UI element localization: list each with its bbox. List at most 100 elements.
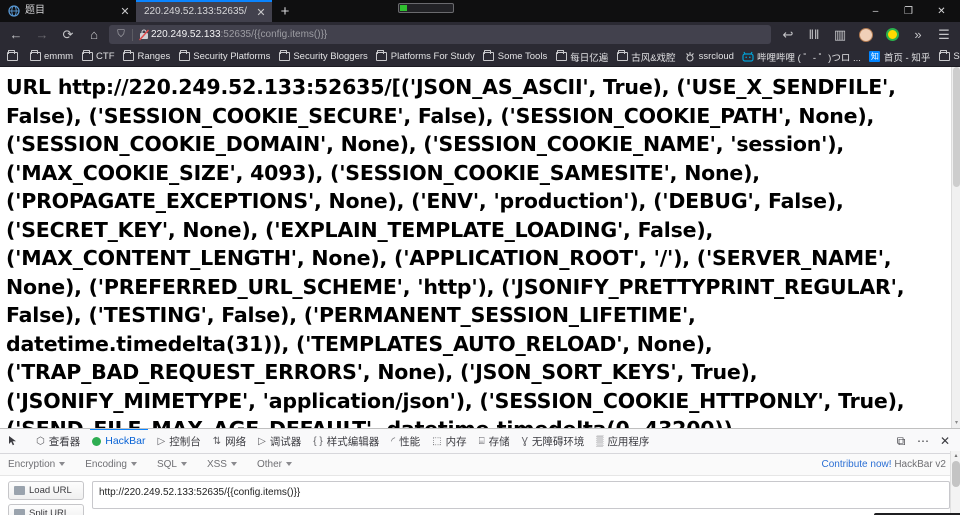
inspector-icon: ⬡: [36, 435, 45, 447]
bookmark-item-0[interactable]: [2, 48, 25, 65]
devtools-tab-7-label: 内存: [445, 435, 467, 448]
split-url-label: Split URL: [29, 508, 70, 515]
account-avatar[interactable]: [853, 24, 879, 46]
devtools-tab-console[interactable]: ▷ 控制台: [152, 429, 207, 453]
flask-config-dump-text: URL http://220.249.52.133:52635/[('JSON_…: [6, 75, 905, 428]
zhihu-icon: 知: [869, 51, 881, 62]
devtools-tab-bar: ⬡ 查看器 HackBar ▷ 控制台 ⇅ 网络 ▷ 调试器{ } 样式编辑器 ◜ 性能 ⬚ 内存 ⌸ 存储 Ɣ…: [0, 429, 960, 454]
devtools-tab-accessibility[interactable]: Ɣ 无障碍环境: [516, 429, 591, 453]
bookmark-item-5[interactable]: Security Bloggers: [274, 48, 371, 65]
hackbar-menu-1-label: Encoding: [85, 459, 127, 470]
bookmark-item-4[interactable]: Security Platforms: [174, 48, 274, 65]
devtools-tab-1-label: HackBar: [105, 435, 146, 447]
folder-icon: [938, 50, 950, 63]
bilibili-icon: [742, 51, 754, 63]
insecure-connection-icon: [137, 28, 151, 41]
back-button[interactable]: ←: [3, 24, 29, 46]
devtools-tab-memory[interactable]: ⬚ 内存: [426, 429, 472, 453]
bookmarks-bar: emmm CTF Ranges Security Platforms Security …: [0, 47, 960, 67]
contribute-link[interactable]: Contribute now!: [821, 459, 891, 470]
back-arrow-icon[interactable]: ↩: [775, 24, 801, 46]
console-icon: ▷: [157, 435, 166, 447]
bookmark-item-3[interactable]: Ranges: [119, 48, 175, 65]
folder-icon: [29, 50, 41, 63]
hackbar-menu-3-label: XSS: [206, 459, 227, 470]
hackbar-scrollbar-thumb[interactable]: [952, 461, 960, 487]
folder-icon: [81, 50, 93, 63]
bookmark-item-6-label: Platforms For Study: [390, 51, 475, 62]
devtools-more-icon[interactable]: ⋯: [912, 430, 934, 452]
page-scrollbar-thumb[interactable]: [953, 67, 960, 187]
folder-icon: [616, 50, 628, 63]
hackbar-scrollbar[interactable]: ▴: [950, 451, 960, 515]
bookmark-item-9[interactable]: 古风&戏腔: [612, 48, 679, 65]
scroll-down-arrow-icon[interactable]: ▾: [952, 419, 960, 428]
hackbar-scroll-up-icon[interactable]: ▴: [951, 451, 960, 461]
restore-button[interactable]: ❐: [892, 0, 925, 22]
bookmark-item-2[interactable]: CTF: [77, 48, 118, 65]
forward-button[interactable]: →: [29, 24, 55, 46]
bookmark-item-6[interactable]: Platforms For Study: [372, 48, 479, 65]
dock-position-icon[interactable]: ⧉: [890, 430, 912, 452]
bookmark-item-13[interactable]: Security Blogs: [934, 48, 960, 65]
hackbar-url-input[interactable]: http://220.249.52.133:52635/{{config.ite…: [92, 481, 950, 509]
devtools-tab-10-label: 应用程序: [607, 435, 650, 448]
bookmark-item-11-label: 哔哩哔哩 ( ゜- ゜)つロ ...: [756, 52, 861, 64]
element-picker-icon[interactable]: [2, 429, 30, 453]
hackbar-menu-0-label: Encryption: [8, 459, 56, 470]
bookmark-item-11[interactable]: 哔哩哔哩 ( ゜- ゜)つロ ...: [738, 48, 865, 65]
app-menu-icon[interactable]: ☰: [931, 24, 957, 46]
bookmark-item-7[interactable]: Some Tools: [479, 48, 551, 65]
hackbar-url-wrap: http://220.249.52.133:52635/{{config.ite…: [92, 481, 950, 515]
browser-tab-0-close-icon[interactable]: ✕: [118, 4, 132, 18]
split-url-button[interactable]: Split URL: [8, 504, 84, 515]
address-bar[interactable]: ⛉ 220.249.52.133:52635/{{config.items()}…: [109, 25, 771, 44]
bookmark-item-1[interactable]: emmm: [25, 48, 77, 65]
devtools-tab-style-editor[interactable]: { } 样式编辑器: [307, 429, 385, 453]
bookmark-item-8-label: 每日亿遍: [570, 52, 609, 64]
extension-icon[interactable]: [879, 24, 905, 46]
devtools-panel: ⬡ 查看器 HackBar ▷ 控制台 ⇅ 网络 ▷ 调试器{ } 样式编辑器 ◜ 性能 ⬚ 内存 ⌸ 存储 Ɣ…: [0, 428, 960, 515]
devtools-tab-debugger[interactable]: ▷ 调试器: [252, 429, 307, 453]
shield-icon[interactable]: ⛉: [114, 29, 128, 40]
folder-icon: [123, 50, 135, 63]
devtools-close-icon[interactable]: ✕: [934, 430, 956, 452]
hackbar-menu-encoding[interactable]: Encoding: [85, 459, 148, 470]
browser-tab-0[interactable]: 题目 ✕: [0, 0, 136, 22]
reload-button[interactable]: ⟳: [55, 24, 81, 46]
devtools-tab-storage[interactable]: ⌸ 存储: [473, 429, 516, 453]
devtools-tab-inspector[interactable]: ⬡ 查看器: [30, 429, 86, 453]
devtools-tab-hackbar[interactable]: HackBar: [86, 429, 151, 453]
globe-icon: [8, 5, 20, 17]
bookmark-item-12[interactable]: 知首页 - 知乎: [865, 48, 934, 65]
home-button[interactable]: ⌂: [81, 24, 107, 46]
devtools-tab-network[interactable]: ⇅ 网络: [207, 429, 252, 453]
sidebar-icon[interactable]: ▥: [827, 24, 853, 46]
devtools-tab-9-label: 无障碍环境: [531, 435, 585, 448]
new-tab-button[interactable]: +: [272, 0, 298, 22]
split-url-icon: [14, 509, 25, 515]
close-button[interactable]: ✕: [925, 0, 958, 22]
browser-tab-1-close-icon[interactable]: ✕: [254, 5, 268, 19]
toolbar-overflow-icon[interactable]: »: [905, 24, 931, 46]
storage-icon: ⌸: [478, 435, 485, 447]
minimize-button[interactable]: –: [859, 0, 892, 22]
library-icon[interactable]: ‖‖: [801, 24, 827, 46]
devtools-tab-performance[interactable]: ◜ 性能: [385, 429, 426, 453]
hackbar-menu-other[interactable]: Other: [257, 459, 303, 470]
page-vertical-scrollbar[interactable]: ▴ ▾: [951, 67, 960, 428]
bookmark-item-10[interactable]: ssrcloud: [680, 48, 738, 65]
browser-tab-1[interactable]: 220.249.52.133:52635/ ✕: [136, 0, 272, 22]
chevron-down-icon: [286, 462, 292, 467]
download-progress-indicator: [398, 3, 454, 13]
hackbar-menu-encryption[interactable]: Encryption: [8, 459, 76, 470]
bookmark-item-9-label: 古风&戏腔: [631, 52, 676, 64]
devtools-tab-application[interactable]: ▒ 应用程序: [590, 429, 655, 453]
hackbar-menu-sql[interactable]: SQL: [157, 459, 198, 470]
hackbar-menu-xss[interactable]: XSS: [207, 459, 248, 470]
folder-icon: [555, 50, 567, 63]
bookmark-item-8[interactable]: 每日亿遍: [551, 48, 612, 65]
bookmark-item-7-label: Some Tools: [497, 51, 548, 62]
browser-tab-1-title: 220.249.52.133:52635/: [144, 6, 247, 17]
load-url-button[interactable]: Load URL: [8, 481, 84, 500]
